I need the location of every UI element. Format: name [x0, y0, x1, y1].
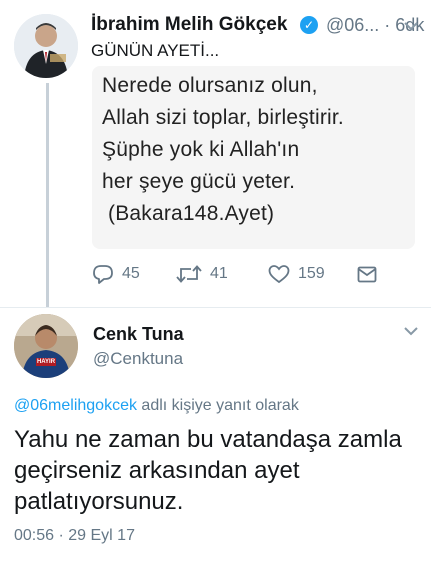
- avatar-ibrahim-melih-gokcek[interactable]: [14, 14, 78, 78]
- quote-line-1: Nerede olursanız olun,: [102, 74, 318, 97]
- quote-line-2: Allah sizi toplar, birleştirir.: [102, 106, 344, 129]
- quote-line-5: (Bakara148.Ayet): [108, 202, 275, 225]
- avatar-portrait-image: [14, 314, 78, 378]
- chevron-down-icon[interactable]: [404, 326, 418, 336]
- quote-line-3: Şüphe yok ki Allah'ın: [102, 138, 300, 161]
- quote-line-4: her şeye gücü yeter.: [102, 170, 296, 193]
- retweet-button[interactable]: 41: [176, 264, 228, 284]
- avatar-portrait-image: [14, 14, 78, 78]
- reply-context: @06melihgokcek adlı kişiye yanıt olarak: [14, 397, 299, 415]
- reply-count: 45: [122, 265, 140, 282]
- direct-message-icon: [357, 266, 377, 283]
- tweet-timestamp[interactable]: 00:56 · 29 Eyl 17: [14, 527, 135, 545]
- chevron-down-icon[interactable]: [404, 21, 418, 31]
- reply-to-label: adlı kişiye yanıt olarak: [141, 397, 299, 414]
- verified-badge-icon: ✓: [300, 16, 318, 34]
- direct-message-button[interactable]: [357, 266, 377, 283]
- reply-icon: [93, 265, 113, 284]
- avatar-cenk-tuna[interactable]: HAYIR: [14, 314, 78, 378]
- avatar-badge-text: HAYIR: [36, 359, 56, 365]
- author-handle[interactable]: @Cenktuna: [93, 349, 183, 369]
- reply-to-handle-link[interactable]: @06melihgokcek: [14, 397, 137, 414]
- retweet-count: 41: [210, 265, 228, 282]
- tweet-text: GÜNÜN AYETİ...: [91, 41, 220, 60]
- like-icon: [268, 265, 290, 284]
- like-count: 159: [298, 265, 325, 282]
- reply-button[interactable]: 45: [92, 264, 140, 284]
- tweet-text: Yahu ne zaman bu vatandaşa zamla geçirse…: [14, 426, 402, 515]
- author-name[interactable]: Cenk Tuna: [93, 324, 184, 345]
- quote-image-card[interactable]: Nerede olursanız olun, Allah sizi toplar…: [92, 66, 415, 249]
- like-button[interactable]: 159: [268, 264, 325, 284]
- tweet-divider: [0, 307, 431, 308]
- author-name[interactable]: İbrahim Melih Gökçek: [91, 14, 287, 36]
- thread-connector-line: [46, 83, 49, 307]
- retweet-icon: [176, 265, 202, 283]
